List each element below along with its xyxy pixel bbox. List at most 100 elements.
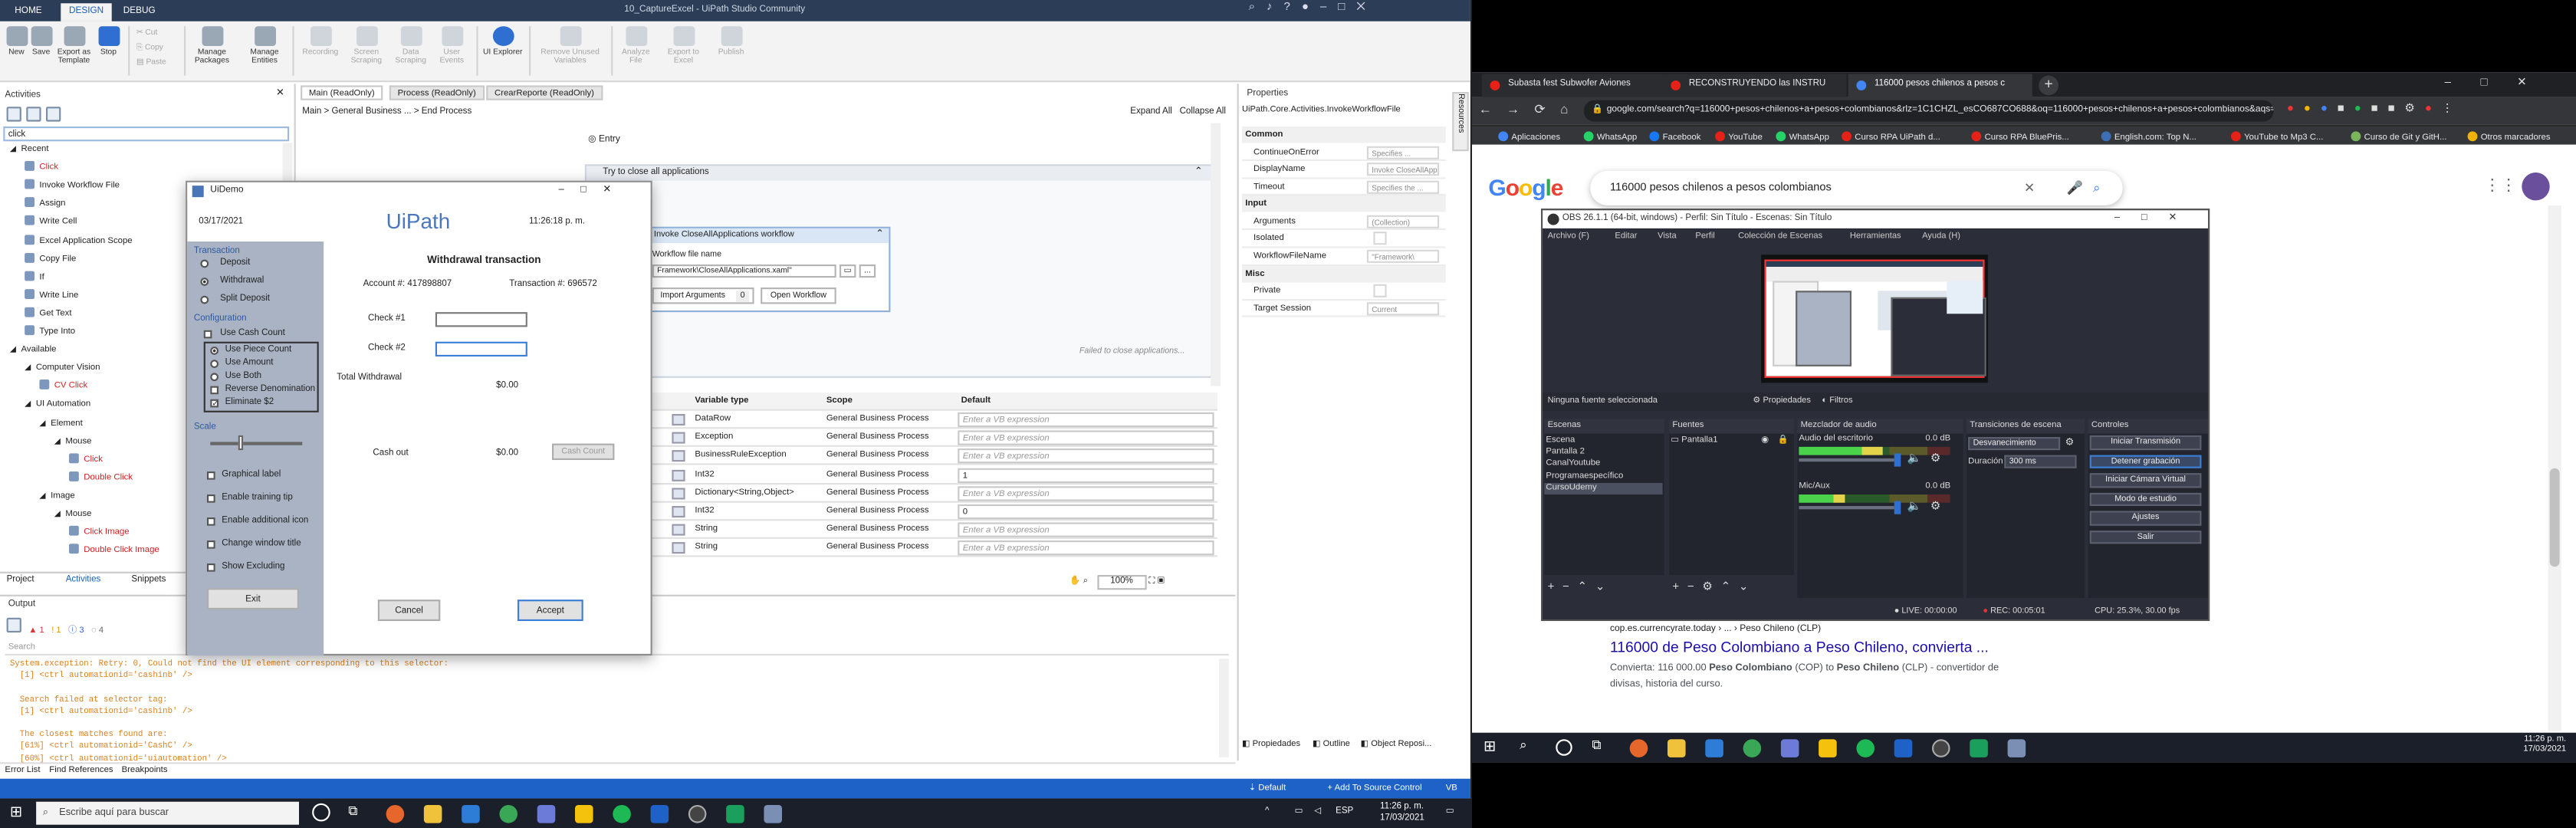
obs-control-button[interactable]: Iniciar Transmisión [2089,435,2202,450]
filters-button[interactable]: ◐ Filtros [1822,393,1852,411]
zoom-select[interactable]: 100% [1096,575,1147,590]
sheets-icon[interactable] [1970,739,1988,757]
apps-grid-icon[interactable]: ⋮⋮ [2484,177,2517,196]
firefox-icon[interactable] [1629,739,1648,757]
table-row[interactable]: String General Business Process Enter a VB… [580,521,1217,540]
settings-icon[interactable]: ⚙ [1702,582,1720,593]
folder-icon[interactable]: ▭ [840,264,856,278]
doc-tab-crearreporte[interactable]: CrearReporte (ReadOnly) [486,85,603,100]
firefox-icon[interactable] [386,805,405,823]
notifications-icon[interactable]: ▭ [1446,807,1454,816]
spotify-icon[interactable] [613,805,631,823]
export-template-button[interactable]: Export as Template [54,25,94,66]
default-value-input[interactable]: 1 [958,467,1214,483]
obs-icon[interactable] [1932,739,1950,757]
fit-icon[interactable]: ⛶ [1148,577,1155,586]
tab-error-list[interactable]: Error List [5,766,40,776]
workflow-file-input[interactable]: Framework\CloseAllApplications.xaml" [652,264,836,278]
home-icon[interactable]: ⌂ [1560,102,1583,117]
eliminate-2-checkbox[interactable]: ✓ [210,399,219,408]
remove-unused-variables-button[interactable]: Remove Unused Variables [536,25,605,66]
transition-select[interactable]: Desvanecimiento [1968,437,2061,451]
user-events-button[interactable]: User Events [434,25,470,66]
volume-slider-thumb[interactable] [1894,501,1901,514]
cancel-button[interactable]: Cancel [377,600,441,621]
filter-icon[interactable] [46,107,61,122]
hand-icon[interactable]: ✋ [1070,577,1080,586]
scene-item[interactable]: CursoUdemy [1544,482,1663,495]
use-amount-radio[interactable] [210,360,219,368]
reverse-denomination-checkbox[interactable] [210,386,219,395]
property-value-input[interactable]: Specifies the ... [1366,180,1440,194]
profile-icon[interactable]: ● [2425,104,2442,115]
menu-icon[interactable]: ⋮ [2442,104,2463,115]
chrome-icon[interactable] [499,805,518,823]
default-value-input[interactable]: Enter a VB expression [958,412,1214,428]
table-row[interactable]: DataRow General Business Process Enter a V… [580,411,1217,429]
tab-design[interactable]: DESIGN [61,3,112,21]
table-row[interactable]: Int32 General Business Process 1 [580,466,1217,485]
expand-arrow-icon[interactable]: ◢ [25,363,31,373]
column-header[interactable]: Scope [826,393,853,411]
breadcrumb-item[interactable]: Main [302,107,321,117]
extension-icon[interactable]: ● [2287,104,2304,115]
volume-slider-thumb[interactable] [1894,453,1901,467]
collapse-icon[interactable]: ⌃ [1194,166,1203,178]
source-item[interactable]: ▭ Pantalla1 ◉ 🔒 [1671,435,1789,447]
tree-item[interactable]: ◢ Mouse [54,435,92,449]
import-arguments-button[interactable]: Import Arguments 0 [652,288,754,304]
speaker-icon[interactable]: 🔈 [1907,501,1922,513]
tab-find-references[interactable]: Find References [49,766,113,776]
scene-item[interactable]: CanalYoutube [1544,459,1662,471]
new-button[interactable]: New [5,25,28,58]
move-up-icon[interactable]: ⌃ [1578,582,1595,593]
settings-icon[interactable]: ⚙ [1930,453,1940,465]
tree-item[interactable]: Double Click [69,471,133,486]
mail-icon[interactable] [1705,739,1723,757]
close-icon[interactable]: ✕ [603,186,627,196]
obs-menu-item[interactable]: Herramientas [1850,232,1901,242]
obs-control-button[interactable]: Detener grabación [2089,454,2202,468]
clock[interactable]: 11:26 p. m. 17/03/2021 [2523,734,2566,754]
obs-control-button[interactable]: Salir [2089,530,2202,544]
designer-scrollbar[interactable] [1211,123,1221,386]
property-value-input[interactable]: (Collection) [1366,215,1440,228]
property-value-input[interactable] [1373,232,1387,246]
maximize-icon[interactable]: □ [580,186,603,196]
data-scraping-button[interactable]: Data Scraping [391,25,430,66]
exit-button[interactable]: Exit [207,588,299,610]
move-down-icon[interactable]: ⌄ [1595,582,1613,593]
close-icon[interactable]: ✕ [2169,214,2199,224]
uidemo-icon[interactable] [2007,739,2026,757]
move-up-icon[interactable]: ⌃ [1721,582,1739,593]
tab-outline[interactable]: ◧ Outline [1313,739,1350,749]
tree-item[interactable]: ◢ Recent [10,143,49,157]
default-value-input[interactable]: Enter a VB expression [958,430,1214,446]
stop-button[interactable]: Stop [95,25,121,58]
obs-menu-item[interactable]: Vista [1658,232,1677,242]
use-both-radio[interactable] [210,373,219,382]
property-value-input[interactable]: "Framework\ [1366,249,1440,263]
default-value-input[interactable]: Enter a VB expression [958,540,1214,557]
error-filter[interactable]: ▲ 1 [28,626,44,636]
maximize-icon[interactable]: □ [1338,2,1356,13]
lock-icon[interactable]: 🔒 [1778,435,1789,447]
table-row[interactable]: BusinessRuleException General Business Pr… [580,448,1217,466]
tab-snippets[interactable]: Snippets [131,575,166,585]
microphone-icon[interactable]: 🎤 [2067,171,2083,205]
tree-item[interactable]: Click [69,452,103,468]
maximize-icon[interactable]: □ [2141,214,2169,224]
table-row[interactable]: Dictionary<String,Object> General Busines… [580,485,1217,503]
property-category[interactable]: Input [1242,196,1446,213]
windows-start-icon[interactable]: ⊞ [10,804,22,820]
trace-filter[interactable]: ◌ 4 [91,626,104,636]
expand-arrow-icon[interactable]: ◢ [54,509,61,519]
change-window-title-checkbox[interactable] [207,540,215,549]
sticky-notes-icon[interactable] [1819,739,1837,757]
property-row[interactable]: ContinueOnError Specifies ... [1242,144,1446,161]
new-tab-button[interactable]: + [2039,75,2058,96]
paste-button[interactable]: ▤ Paste [136,56,176,71]
result-cite[interactable]: cop.es.currencyrate.today › ... › Peso C… [1610,624,2103,634]
tab-project[interactable]: Project [7,575,34,585]
table-row[interactable]: String General Business Process Enter a VB… [580,540,1217,558]
